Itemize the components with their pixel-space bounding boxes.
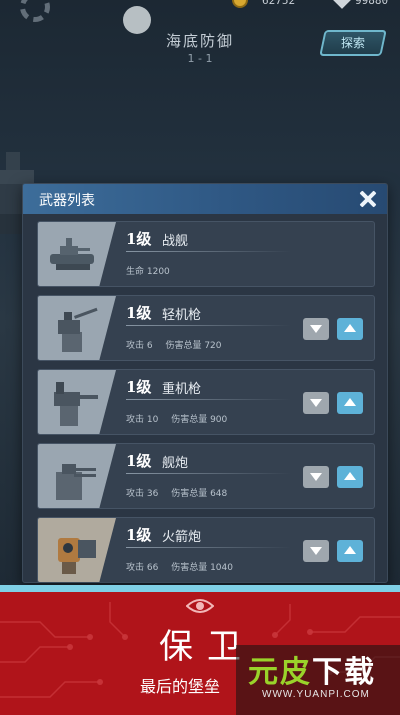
weapon-name: 火箭炮 xyxy=(162,530,202,545)
weapon-level: 1级 xyxy=(126,452,152,470)
light-machine-gun-icon xyxy=(38,296,116,360)
settings-gear-icon[interactable] xyxy=(20,0,50,22)
weapon-stat-attack: 攻击 36 xyxy=(126,489,159,499)
weapon-stat-total-damage: 伤害总量 1040 xyxy=(171,563,233,573)
weapon-stat-attack: 攻击 10 xyxy=(126,415,159,425)
weapon-card-light-machine-gun[interactable]: 1级 轻机枪 攻击 6 伤害总量 720 xyxy=(37,295,375,361)
weapon-stat-primary: 生命 1200 xyxy=(126,267,170,277)
battleship-icon xyxy=(38,222,116,286)
weapon-level: 1级 xyxy=(126,304,152,322)
weapon-stat-total-damage: 伤害总量 900 xyxy=(171,415,228,425)
divider xyxy=(126,399,291,400)
divider xyxy=(126,547,291,548)
weapon-stat-attack: 攻击 6 xyxy=(126,341,153,351)
weapon-card-battleship[interactable]: 1级 战舰 生命 1200 xyxy=(37,221,375,287)
panel-header: 武器列表 xyxy=(23,184,387,214)
weapon-stat-total-damage: 伤害总量 720 xyxy=(165,341,222,351)
close-icon[interactable] xyxy=(357,188,379,210)
watermark-url: WWW.YUANPI.COM xyxy=(262,689,370,700)
weapon-name: 重机枪 xyxy=(162,382,202,397)
explore-button[interactable]: 探索 xyxy=(319,30,387,56)
weapon-stats: 攻击 6 伤害总量 720 xyxy=(126,338,232,351)
weapon-list-panel: 武器列表 1级 战舰 生命 1200 1级 轻机枪 攻击 6 伤害总量 720 … xyxy=(22,183,388,583)
gem-count: 99880 xyxy=(355,0,389,7)
downgrade-button[interactable] xyxy=(303,540,329,562)
heavy-machine-gun-icon xyxy=(38,370,116,434)
weapon-card-rocket-launcher[interactable]: 1级 火箭炮 攻击 66 伤害总量 1040 xyxy=(37,517,375,582)
weapon-stats: 攻击 66 伤害总量 1040 xyxy=(126,560,243,573)
divider xyxy=(126,325,291,326)
downgrade-button[interactable] xyxy=(303,392,329,414)
coin-count: 62752 xyxy=(262,0,296,7)
weapon-name: 轻机枪 xyxy=(162,308,202,323)
upgrade-button[interactable] xyxy=(337,392,363,414)
weapon-card-naval-cannon[interactable]: 1级 舰炮 攻击 36 伤害总量 648 xyxy=(37,443,375,509)
watermark-white-text: 下载 xyxy=(312,655,376,690)
upgrade-button[interactable] xyxy=(337,466,363,488)
eye-icon xyxy=(186,599,214,613)
upgrade-button[interactable] xyxy=(337,318,363,340)
weapon-name: 战舰 xyxy=(162,234,189,249)
coin-icon xyxy=(232,0,248,8)
watermark-logo: 元皮下载 xyxy=(248,647,376,691)
weapon-stat-attack: 攻击 66 xyxy=(126,563,159,573)
divider xyxy=(126,251,291,252)
top-hud: 62752 99880 海底防御 1 - 1 探索 xyxy=(0,0,400,80)
downgrade-button[interactable] xyxy=(303,466,329,488)
weapon-level: 1级 xyxy=(126,378,152,396)
explore-button-label: 探索 xyxy=(340,36,365,50)
downgrade-button[interactable] xyxy=(303,318,329,340)
divider xyxy=(126,473,291,474)
banner-stripe xyxy=(0,585,400,592)
weapon-card-heavy-machine-gun[interactable]: 1级 重机枪 攻击 10 伤害总量 900 xyxy=(37,369,375,435)
weapon-stats: 生命 1200 xyxy=(126,264,180,277)
gem-icon xyxy=(332,0,352,9)
weapon-stats: 攻击 10 伤害总量 900 xyxy=(126,412,237,425)
rocket-launcher-icon xyxy=(38,518,116,582)
weapon-name: 舰炮 xyxy=(162,456,189,471)
weapon-list: 1级 战舰 生命 1200 1级 轻机枪 攻击 6 伤害总量 720 1级 重机… xyxy=(37,221,375,582)
panel-title: 武器列表 xyxy=(39,193,95,209)
upgrade-button[interactable] xyxy=(337,540,363,562)
watermark-green-text: 元皮 xyxy=(248,655,312,690)
naval-cannon-icon xyxy=(38,444,116,508)
weapon-stat-total-damage: 伤害总量 648 xyxy=(171,489,228,499)
weapon-stats: 攻击 36 伤害总量 648 xyxy=(126,486,237,499)
weapon-level: 1级 xyxy=(126,526,152,544)
banner-tagline: 最后的堡垒 xyxy=(140,677,221,696)
weapon-level: 1级 xyxy=(126,230,152,248)
promo-banner: 保卫 最后的堡垒 元皮下载 WWW.YUANPI.COM xyxy=(0,585,400,715)
